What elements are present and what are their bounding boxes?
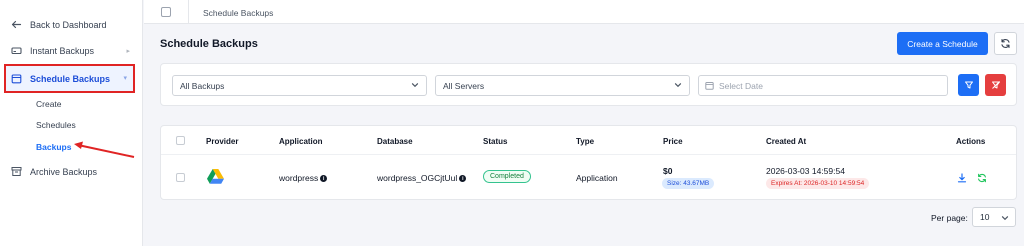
- breadcrumb: Schedule Backups: [144, 0, 1024, 24]
- column-header: Database: [377, 137, 413, 146]
- per-page-value: 10: [980, 212, 990, 222]
- filter-clear-icon: [991, 81, 1000, 89]
- sidebar-item-label: Schedule Backups: [30, 73, 111, 84]
- clear-filter-button[interactable]: [985, 74, 1006, 96]
- type-cell: Application: [576, 173, 618, 183]
- chevron-right-icon: ▸: [126, 48, 130, 55]
- sidebar-item-archive-backups[interactable]: Archive Backups: [11, 166, 97, 177]
- column-header: Type: [576, 137, 595, 146]
- drive-icon: [11, 45, 22, 56]
- select-all-checkbox[interactable]: [176, 136, 185, 145]
- calendar-icon: [705, 82, 714, 90]
- filter-icon: [964, 81, 973, 89]
- apply-filter-button[interactable]: [958, 74, 979, 96]
- back-to-dashboard-link[interactable]: Back to Dashboard: [11, 19, 107, 30]
- archive-icon: [11, 166, 22, 177]
- database-cell: wordpress_OGCjtUul i: [377, 173, 467, 183]
- sidebar-item-schedule-backups-row[interactable]: Schedule Backups: [11, 73, 110, 84]
- table-header: Provider Application Database Status Typ…: [161, 126, 1016, 155]
- column-header: Provider: [206, 137, 239, 146]
- chevron-down-icon: [411, 83, 419, 88]
- status-badge: Completed: [483, 170, 531, 183]
- servers-filter-select[interactable]: All Servers: [435, 75, 690, 96]
- backups-filter-value: All Backups: [180, 80, 225, 91]
- create-schedule-button[interactable]: Create a Schedule: [897, 32, 988, 55]
- refresh-button[interactable]: [994, 32, 1017, 55]
- filter-bar: All Backups All Servers Select Date: [160, 63, 1017, 106]
- per-page-select[interactable]: 10: [972, 207, 1016, 227]
- column-header: Price: [663, 137, 683, 146]
- arrow-left-icon: [11, 19, 22, 30]
- column-header: Application: [279, 137, 323, 146]
- chevron-down-icon: ▾: [123, 75, 127, 82]
- size-badge: Size: 43.67MB: [662, 178, 715, 189]
- date-placeholder: Select Date: [719, 80, 763, 91]
- restore-icon[interactable]: [977, 173, 987, 183]
- download-icon[interactable]: [957, 173, 967, 183]
- breadcrumb-divider: [188, 0, 189, 24]
- chevron-down-icon: [674, 83, 682, 88]
- google-drive-icon: [207, 169, 224, 184]
- price-cell: $0: [663, 166, 673, 176]
- sidebar-item-instant-backups[interactable]: Instant Backups: [11, 45, 133, 56]
- row-checkbox[interactable]: [176, 173, 185, 182]
- column-header: Status: [483, 137, 508, 146]
- expires-badge: Expires At: 2026-03-10 14:59:54: [766, 178, 870, 189]
- chevron-down-icon: [1001, 216, 1009, 221]
- column-header: Actions: [956, 137, 986, 146]
- breadcrumb-current: Schedule Backups: [203, 8, 274, 18]
- sidebar-item-label: Archive Backups: [30, 166, 98, 177]
- sidebar: Back to Dashboard Instant Backups ▸ Sche…: [0, 0, 143, 246]
- back-to-dashboard-label: Back to Dashboard: [30, 19, 107, 30]
- info-icon[interactable]: i: [320, 175, 328, 183]
- sidebar-subitem-schedules[interactable]: Schedules: [36, 120, 76, 130]
- application-cell: wordpress i: [279, 173, 328, 183]
- sidebar-item-label: Instant Backups: [30, 45, 95, 56]
- created-at-cell: 2026-03-03 14:59:54: [766, 166, 845, 176]
- column-header: Created At: [766, 137, 807, 146]
- date-picker-input[interactable]: Select Date: [698, 75, 948, 96]
- sidebar-subitem-backups[interactable]: Backups: [36, 142, 71, 152]
- page-title: Schedule Backups: [160, 38, 258, 50]
- info-icon[interactable]: i: [459, 175, 467, 183]
- calendar-icon: [161, 7, 171, 17]
- backups-table: Provider Application Database Status Typ…: [160, 125, 1017, 200]
- sidebar-subitem-create[interactable]: Create: [36, 99, 62, 109]
- servers-filter-value: All Servers: [443, 80, 485, 91]
- refresh-icon: [1001, 38, 1010, 49]
- annotation-arrow: [74, 141, 135, 158]
- per-page-label: Per page:: [931, 213, 968, 223]
- backups-filter-select[interactable]: All Backups: [172, 75, 427, 96]
- calendar-icon: [11, 73, 22, 84]
